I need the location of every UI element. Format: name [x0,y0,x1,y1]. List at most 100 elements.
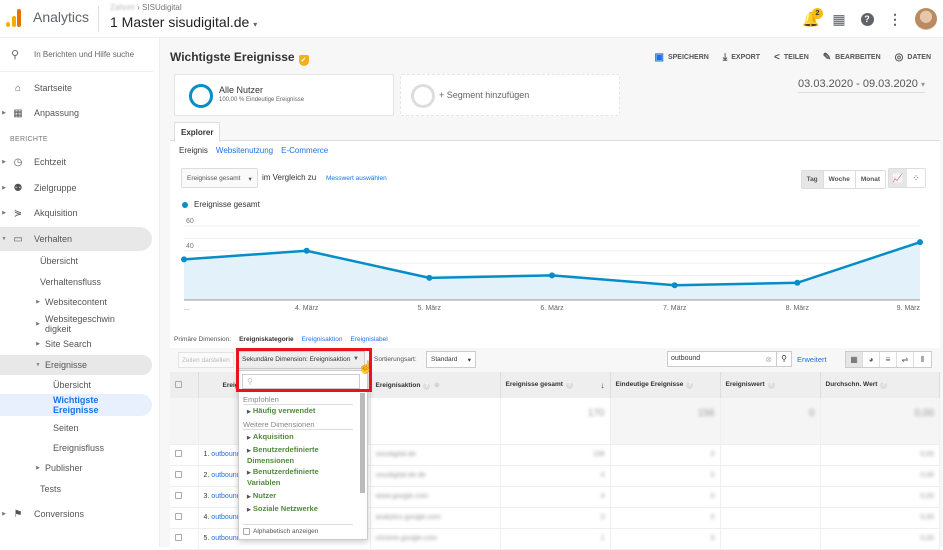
dropdown-item-custom-dimensions[interactable]: ▶ Benutzerdefinierte Dimensionen [247,445,357,465]
sidebar-item-events-flow[interactable]: Ereignisfluss [53,443,152,453]
sort-type-select[interactable]: Standard ▾ [426,351,476,368]
row-category-link[interactable]: outbound [211,472,240,479]
sidebar-item-realtime[interactable]: ▶ ◷ Echtzeit [0,154,152,170]
dropdown-item-custom-variables[interactable]: ▶ Benutzerdefinierte Variablen [247,467,357,487]
row-checkbox[interactable] [175,450,182,457]
sidebar-item-publisher[interactable]: ▶ Publisher [34,463,152,473]
secondary-dimension-select[interactable]: Sekundäre Dimension: Ereignisaktion ▼ [237,351,365,369]
row-category-link[interactable]: outbound [211,535,240,542]
sidebar-item-site-content[interactable]: ▶ Websitecontent [34,297,152,307]
plot-rows-button[interactable]: Zeilen darstellen [178,352,234,368]
row-category-link[interactable]: outbound [211,514,240,521]
sidebar-item-experiments[interactable]: Tests [40,484,152,494]
alphabetical-toggle[interactable]: Alphabetisch anzeigen [243,524,353,535]
col-header-avg-value[interactable]: Durchschn. Wert? [820,372,940,398]
date-range-picker[interactable]: 03.03.2020 - 09.03.2020 ▾ [798,78,925,93]
row-checkbox[interactable] [175,534,182,541]
select-all-checkbox[interactable] [175,380,182,388]
sidebar-item-home[interactable]: ⌂ Startseite [0,80,152,96]
subtab-site-usage[interactable]: Websitenutzung [216,146,273,155]
primary-dim-action[interactable]: Ereignisaktion [302,336,343,343]
subtab-ecommerce[interactable]: E-Commerce [281,146,328,155]
month-button[interactable]: Monat [855,171,885,188]
sidebar-item-events[interactable]: ▼ Ereignisse [0,355,152,375]
subtab-event[interactable]: Ereignis [179,146,208,155]
row-category-link[interactable]: outbound [211,451,240,458]
line-chart-icon[interactable]: 📈 [889,169,907,187]
primary-dim-category[interactable]: Ereigniskategorie [239,336,294,343]
dropdown-item-social[interactable]: ▶ Soziale Netzwerke [247,504,357,515]
dropdown-scrollbar[interactable] [360,393,365,493]
col-header-total-events[interactable]: Ereignisse gesamt? ↓ [500,372,611,398]
alphabetical-checkbox[interactable] [243,528,250,535]
caret-down-icon: ▼ [35,362,41,368]
notifications-bell-icon[interactable]: 🔔 2 [797,5,825,33]
dropdown-header-more: Weitere Dimensionen [243,420,353,430]
analytics-logo-icon[interactable] [6,9,22,27]
share-button[interactable]: < TEILEN [774,52,809,63]
sidebar-search[interactable]: ⚲ In Berichten und Hilfe suche [0,38,153,72]
sidebar-item-top-events[interactable]: Wichtigste Ereignisse [0,394,152,416]
row-checkbox[interactable] [175,492,182,499]
select-metric-link[interactable]: Messwert auswählen [326,175,387,182]
advanced-filter-link[interactable]: Erweitert [797,355,827,364]
account-breadcrumb[interactable]: Zahnm › SISUdigital [110,3,182,12]
sidebar-item-behavior[interactable]: ▼ ▭ Verhalten [0,227,152,251]
dropdown-search-input[interactable]: ⚲ [242,374,360,389]
remove-dimension-icon[interactable]: ⊗ [434,382,439,389]
view-selector[interactable]: 1 Master sisudigital.de ▾ [110,14,257,30]
primary-dim-label[interactable]: Ereignislabel [350,336,387,343]
table-search-input[interactable]: outbound ⊗ [667,351,777,367]
col-header-event-value[interactable]: Ereigniswert? [720,372,821,398]
sidebar-item-conversions[interactable]: ▶ ⚑ Conversions [0,506,152,522]
add-segment-button[interactable]: + Segment hinzufügen [400,74,620,116]
table-view-icon[interactable]: ▦ [846,352,863,367]
help-icon[interactable]: ? [853,5,881,33]
segment-all-users[interactable]: Alle Nutzer 100,00 % Eindeutige Ereignis… [174,74,394,116]
user-avatar[interactable] [915,8,937,30]
comparison-view-icon[interactable]: ⇌ [897,352,914,367]
sidebar-item-customization[interactable]: ▶ ▦ Anpassung [0,105,152,121]
row-checkbox[interactable] [175,513,182,520]
sidebar-item-pages[interactable]: Seiten [53,423,152,433]
sidebar-item-events-overview[interactable]: Übersicht [53,380,152,390]
performance-view-icon[interactable]: ≡ [880,352,897,367]
data-insights-button[interactable]: ◎ DATEN [895,52,931,63]
apps-grid-icon[interactable]: ▦ [825,5,853,33]
sidebar-item-audience[interactable]: ▶ ⚉ Zielgruppe [0,180,152,196]
tab-explorer[interactable]: Explorer [174,122,221,142]
dropdown-item-acquisition[interactable]: ▶ Akquisition [247,432,357,443]
dropdown-item-users[interactable]: ▶ Nutzer [247,491,357,502]
row-checkbox[interactable] [175,471,182,478]
pie-view-icon[interactable]: ◕ [863,352,880,367]
help-icon: ? [686,382,694,389]
search-button[interactable]: ⚲ [776,351,792,367]
day-button[interactable]: Tag [801,171,824,188]
sidebar-item-site-speed[interactable]: ▶ Websitegeschwin digkeit [34,313,152,335]
pencil-icon: ✎ [822,52,832,63]
export-button[interactable]: ⤓ EXPORT [723,52,760,63]
x-tick-label: 8. März [786,305,810,312]
data-point [671,282,678,289]
week-button[interactable]: Woche [823,171,856,188]
col-header-action[interactable]: Ereignisaktion? ⊗ [370,372,501,398]
sidebar-item-behavior-overview[interactable]: Übersicht [40,256,152,266]
dropdown-item-frequent[interactable]: ▶ Häufig verwendet [247,406,357,417]
col-header-unique-events[interactable]: Eindeutige Ereignisse? [610,372,721,398]
row-category-link[interactable]: outbound [211,493,240,500]
y-tick-label: 40 [186,243,194,250]
edit-button[interactable]: ✎ BEARBEITEN [823,52,881,63]
share-icon: < [774,52,780,63]
flag-icon: ⚑ [13,508,23,520]
x-tick-label: 4. März [295,305,319,312]
metric-select[interactable]: Ereignisse gesamt ▾ [181,168,258,188]
clear-icon[interactable]: ⊗ [765,355,772,364]
sidebar-item-acquisition[interactable]: ▶ ⋟ Akquisition [0,205,152,221]
caret-right-icon: ▶ [2,110,6,116]
motion-chart-icon[interactable]: ⁘ [907,169,925,187]
sidebar-item-site-search[interactable]: ▶ Site Search [34,339,152,349]
more-vert-icon[interactable]: ⋮ [881,5,909,33]
save-button[interactable]: ▣ SPEICHERN [655,52,709,63]
sidebar-item-behavior-flow[interactable]: Verhaltensfluss [40,277,152,287]
pivot-view-icon[interactable]: ⦀ [914,352,931,367]
